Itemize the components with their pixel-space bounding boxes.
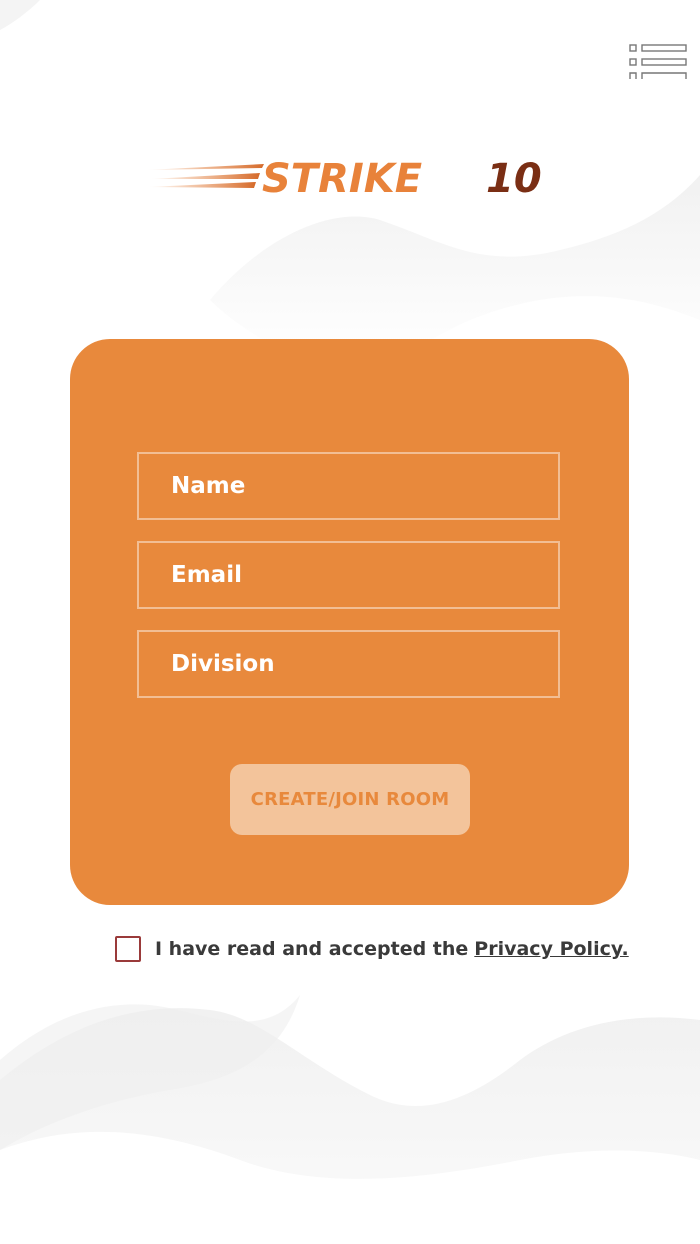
create-join-room-button[interactable]: CREATE/JOIN ROOM [230,764,470,835]
division-input[interactable] [137,630,560,698]
email-input[interactable] [137,541,560,609]
logo-number: 10 [486,156,542,202]
login-screen: STRIKE 10 CREATE/JOIN ROOM I have read a… [0,0,700,1244]
login-form-card: CREATE/JOIN ROOM [70,339,629,905]
consent-text: I have read and accepted the [155,938,469,960]
strike-10-logo: STRIKE 10 [146,156,542,202]
list-menu-icon[interactable] [628,42,688,82]
privacy-checkbox[interactable] [115,936,141,962]
privacy-consent: I have read and accepted the Privacy Pol… [115,934,629,964]
privacy-policy-link[interactable]: Privacy Policy. [474,938,628,960]
name-input[interactable] [137,452,560,520]
logo-word: STRIKE [262,156,422,202]
